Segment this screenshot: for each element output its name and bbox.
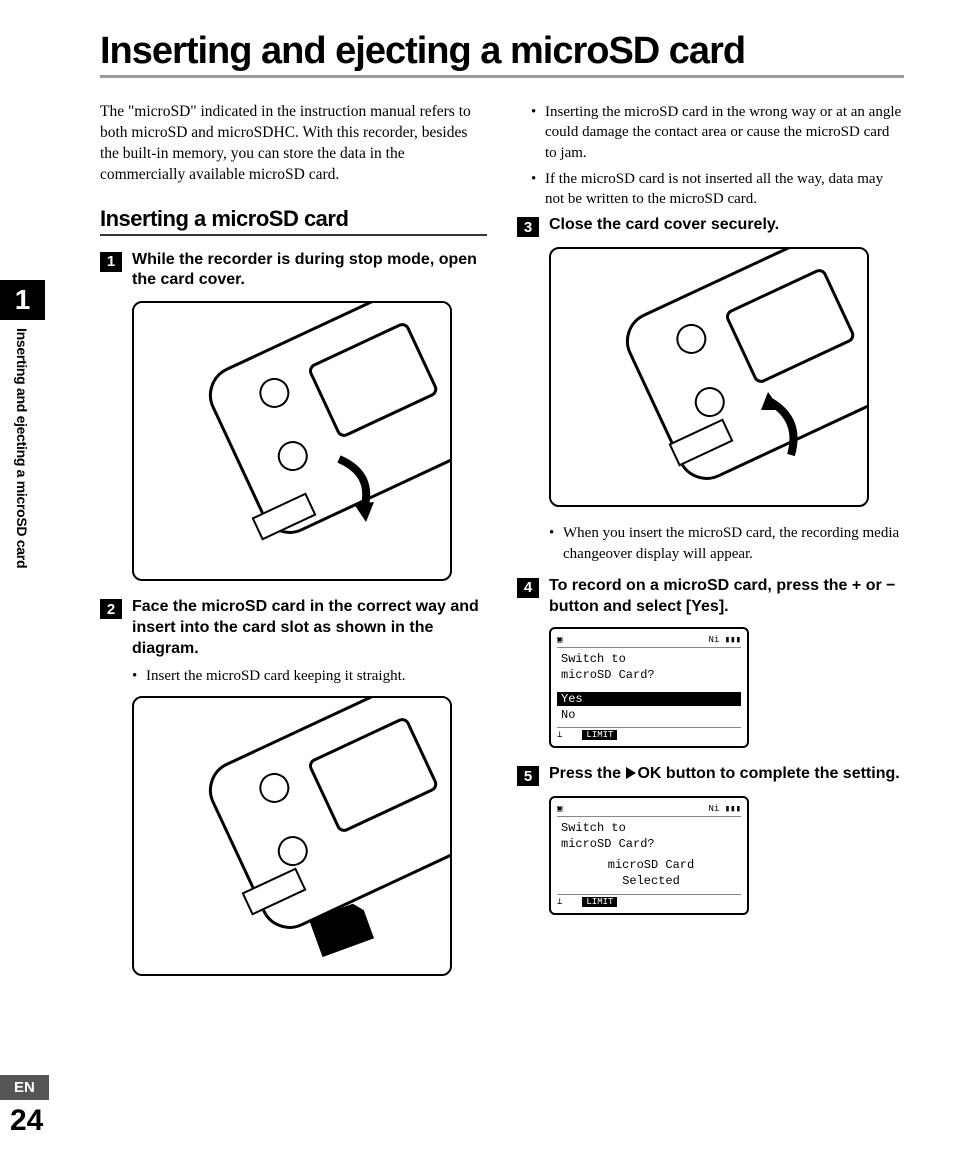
language-badge: EN <box>0 1075 49 1100</box>
step-title: Press the OK button to complete the sett… <box>549 764 900 785</box>
left-column: The "microSD" indicated in the instructi… <box>100 102 487 992</box>
play-icon <box>626 767 636 779</box>
diagram-insert-card <box>132 696 452 976</box>
page-title: Inserting and ejecting a microSD card <box>100 30 904 78</box>
lcd-screen-switch: ▣Ni ▮▮▮ Switch to microSD Card? Yes No ⟂… <box>549 627 749 748</box>
page-number: 24 <box>0 1104 49 1138</box>
step-5: 5 Press the OK button to complete the se… <box>517 764 904 914</box>
side-label: Inserting and ejecting a microSD card <box>0 328 30 568</box>
card-icon: ▣ <box>557 635 562 645</box>
arrow-up-icon <box>756 390 816 460</box>
subsection-title: Inserting a microSD card <box>100 206 487 236</box>
step-badge: 5 <box>517 766 539 786</box>
step-3: 3 Close the card cover securely. When yo… <box>517 215 904 564</box>
step-title: Close the card cover securely. <box>549 215 779 236</box>
intro-text: The "microSD" indicated in the instructi… <box>100 102 487 186</box>
step-title: To record on a microSD card, press the +… <box>549 576 904 618</box>
step-2: 2 Face the microSD card in the correct w… <box>100 597 487 976</box>
bullet-item: Inserting the microSD card in the wrong … <box>531 102 904 163</box>
lcd-screen-selected: ▣Ni ▮▮▮ Switch to microSD Card? microSD … <box>549 796 749 914</box>
step-badge: 3 <box>517 217 539 237</box>
right-column: Inserting the microSD card in the wrong … <box>517 102 904 992</box>
arrow-down-icon <box>329 454 389 524</box>
step-badge: 2 <box>100 599 122 619</box>
side-tab: 1 Inserting and ejecting a microSD card <box>0 280 45 568</box>
lcd-option-selected: Yes <box>557 692 741 706</box>
step-title: Face the microSD card in the correct way… <box>132 597 487 659</box>
chapter-number: 1 <box>0 280 45 320</box>
step-badge: 4 <box>517 578 539 598</box>
lcd-option: No <box>557 708 741 724</box>
step-1: 1 While the recorder is during stop mode… <box>100 250 487 582</box>
bullet-item: If the microSD card is not inserted all … <box>531 169 904 210</box>
step-4: 4 To record on a microSD card, press the… <box>517 576 904 748</box>
bullet-item: Insert the microSD card keeping it strai… <box>132 666 487 686</box>
card-icon: ▣ <box>557 804 562 814</box>
page-footer: EN 24 <box>0 1075 49 1138</box>
diagram-close-cover <box>549 247 869 507</box>
bullet-item: When you insert the microSD card, the re… <box>549 523 904 564</box>
step-badge: 1 <box>100 252 122 272</box>
step-title: While the recorder is during stop mode, … <box>132 250 487 292</box>
diagram-open-cover <box>132 301 452 581</box>
